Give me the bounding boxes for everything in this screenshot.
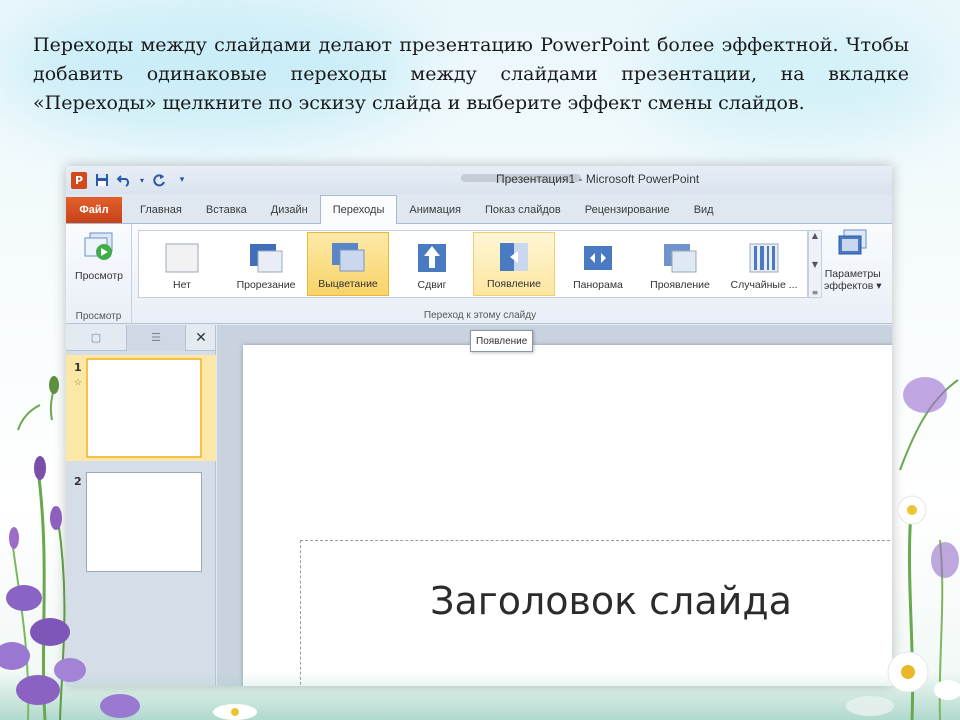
transition-label: Нет: [173, 279, 191, 291]
tab-view[interactable]: Вид: [682, 197, 726, 223]
scroll-up-icon[interactable]: ▲: [812, 231, 818, 240]
tab-review[interactable]: Рецензирование: [573, 197, 682, 223]
customize-qat-button[interactable]: ▾: [172, 170, 192, 190]
tab-slide-show[interactable]: Показ слайдов: [473, 197, 573, 223]
title-bar: P ▾ ▾ Презентация1 - Microsoft PowerPoin…: [66, 166, 892, 194]
transition-random-bars[interactable]: Случайные ...: [723, 232, 805, 296]
title-placeholder[interactable]: Заголовок слайда: [300, 540, 892, 686]
tab-home[interactable]: Главная: [128, 197, 194, 223]
ribbon: Просмотр Просмотр Нет Прорезание Выцвета…: [66, 224, 892, 324]
slide-thumbnail[interactable]: [86, 358, 202, 458]
tab-design[interactable]: Дизайн: [259, 197, 320, 223]
redo-icon: [153, 174, 165, 187]
effect-options-label-2: эффектов ▾: [824, 280, 882, 292]
close-icon: ✕: [195, 329, 207, 346]
transition-split[interactable]: Панорама: [557, 232, 639, 296]
transition-label: Панорама: [573, 279, 623, 291]
transitions-gallery: Нет Прорезание Выцветание Сдвиг Появлени…: [138, 230, 808, 298]
save-icon: [96, 174, 108, 186]
slides-pane: ▢ ☰ ✕ 1 ☆ 2: [66, 324, 216, 686]
pane-tabs: ▢ ☰ ✕: [66, 324, 215, 351]
slides-tab[interactable]: ▢: [66, 325, 126, 351]
scroll-down-icon[interactable]: ▼: [812, 260, 818, 269]
transition-label: Сдвиг: [417, 279, 447, 291]
transition-cut[interactable]: Прорезание: [225, 232, 307, 296]
intro-paragraph: Переходы между слайдами делают презентац…: [33, 34, 909, 114]
transition-star-icon: ☆: [74, 378, 83, 388]
slide-thumbnail-row[interactable]: 2: [66, 469, 216, 575]
undo-button[interactable]: [115, 170, 135, 190]
transition-push[interactable]: Сдвиг: [391, 232, 473, 296]
slide-editor: Заголовок слайда: [217, 325, 892, 686]
outline-tab-icon: ☰: [151, 331, 161, 344]
close-pane-button[interactable]: ✕: [187, 330, 215, 346]
gallery-scrollbar[interactable]: ▲ ▼ ≡: [808, 230, 822, 298]
transition-label: Проявление: [650, 279, 710, 291]
window-title: Презентация1 - Microsoft PowerPoint: [496, 172, 700, 186]
slide-title-text: Заголовок слайда: [430, 579, 792, 623]
none-transition-icon: [165, 243, 199, 273]
transitions-group-label: Переход к этому слайду: [423, 310, 537, 321]
redo-button[interactable]: [149, 170, 169, 190]
powerpoint-window: P ▾ ▾ Презентация1 - Microsoft PowerPoin…: [66, 166, 892, 686]
transition-tooltip: Появление: [470, 330, 534, 352]
preview-button[interactable]: Просмотр: [70, 230, 128, 282]
wipe-transition-icon: [500, 243, 528, 271]
daisy-icon: [897, 495, 927, 525]
slide-thumbnail[interactable]: [86, 472, 202, 572]
ribbon-tabs: Файл Главная Вставка Дизайн Переходы Ани…: [66, 194, 892, 224]
transition-label: Появление: [487, 278, 541, 290]
powerpoint-icon: P: [71, 171, 87, 189]
slide-thumbnail-row[interactable]: 1 ☆: [66, 355, 216, 461]
save-button[interactable]: [92, 170, 112, 190]
undo-icon: [117, 175, 130, 187]
decorative-grass: [0, 672, 960, 720]
transition-reveal[interactable]: Проявление: [639, 232, 721, 296]
reveal-transition-icon: [664, 244, 697, 273]
tab-insert[interactable]: Вставка: [194, 197, 259, 223]
preview-icon: [84, 232, 113, 260]
preview-button-label: Просмотр: [75, 270, 123, 282]
slide-canvas[interactable]: Заголовок слайда: [243, 345, 892, 686]
transition-label: Прорезание: [236, 279, 296, 291]
slide-number: 2: [74, 475, 82, 488]
transition-label: Случайные ...: [730, 279, 798, 291]
slide-number: 1 ☆: [66, 355, 86, 461]
effect-options-label: Параметры: [824, 268, 881, 280]
preview-group: Просмотр Просмотр: [66, 224, 132, 324]
random-bars-transition-icon: [749, 243, 779, 273]
effect-options-button[interactable]: Параметры эффектов ▾: [824, 228, 881, 292]
undo-dropdown[interactable]: ▾: [138, 170, 146, 190]
split-transition-icon: [584, 246, 612, 270]
fade-transition-icon: [332, 243, 365, 272]
transition-fade[interactable]: Выцветание: [307, 232, 389, 296]
tab-transitions[interactable]: Переходы: [319, 195, 398, 224]
push-transition-icon: [418, 244, 446, 272]
transition-none[interactable]: Нет: [141, 232, 223, 296]
app-icon[interactable]: P: [69, 170, 89, 190]
transition-label: Выцветание: [318, 278, 378, 290]
outline-tab[interactable]: ☰: [126, 324, 186, 351]
tab-animation[interactable]: Анимация: [397, 197, 473, 223]
gallery-more-icon[interactable]: ≡: [812, 288, 819, 297]
slides-tab-icon: ▢: [90, 331, 102, 344]
effect-options-icon: [838, 229, 867, 255]
tab-file[interactable]: Файл: [66, 197, 122, 223]
preview-group-label: Просмотр: [75, 311, 122, 322]
customize-icon: ▾: [179, 175, 185, 185]
cut-transition-icon: [250, 244, 283, 273]
transition-wipe[interactable]: Появление: [473, 232, 555, 296]
